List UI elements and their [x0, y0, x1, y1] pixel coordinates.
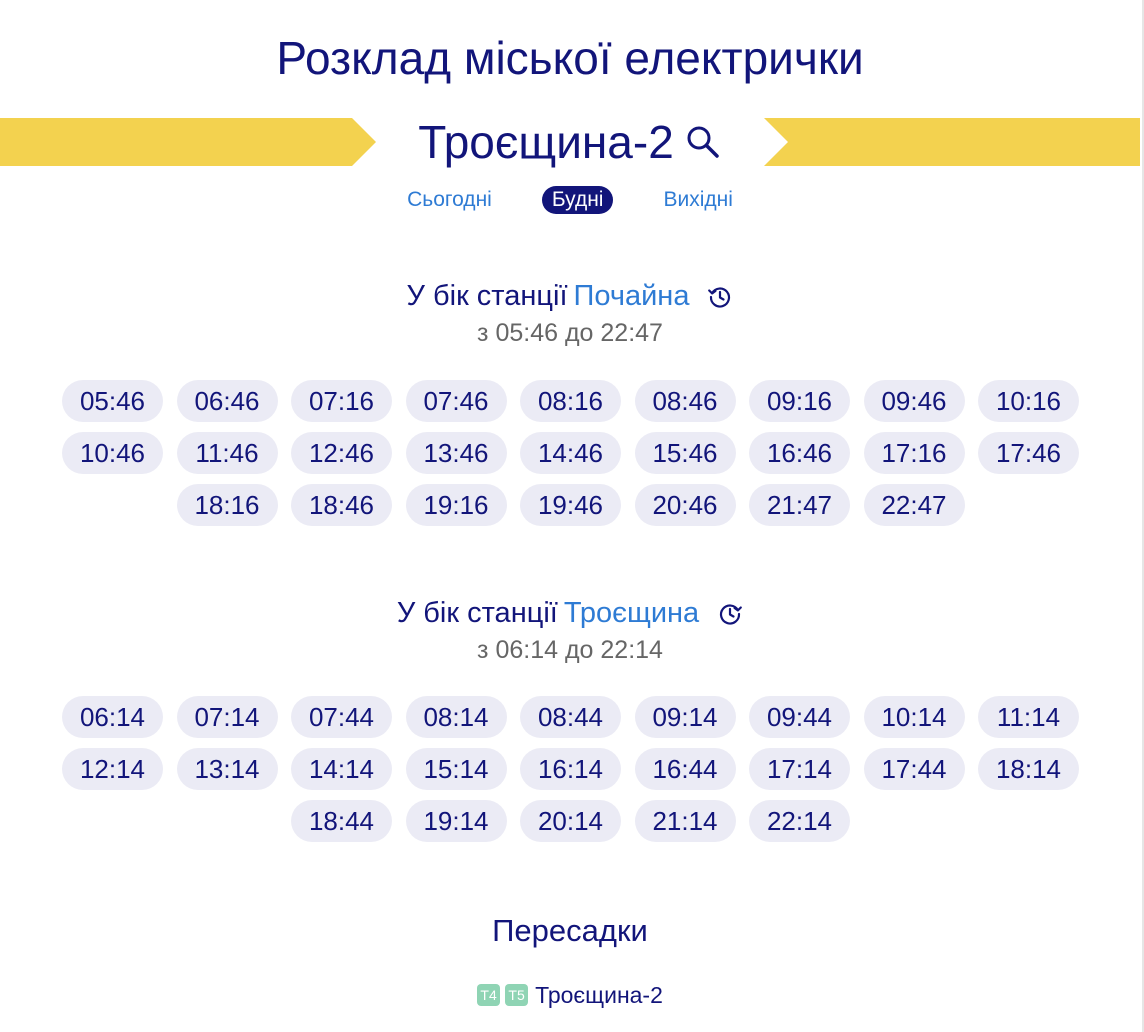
- departure-time-chip[interactable]: 08:14: [405, 696, 507, 738]
- departure-time-chip[interactable]: 19:46: [520, 484, 621, 526]
- direction-heading: У бік станції Почайна: [0, 278, 1140, 314]
- departure-time-chip[interactable]: 09:16: [749, 380, 850, 422]
- departure-time-chip[interactable]: 15:46: [634, 432, 736, 474]
- departure-time-chip[interactable]: 07:16: [291, 380, 392, 422]
- departure-time-chip[interactable]: 13:46: [405, 432, 507, 474]
- history-icon[interactable]: [707, 283, 733, 309]
- station-header: Троєщина-2: [0, 116, 1140, 168]
- departure-time-chip[interactable]: 08:44: [520, 696, 621, 738]
- departure-time-chip[interactable]: 16:46: [749, 432, 850, 474]
- departure-time-chip[interactable]: 06:14: [62, 696, 163, 738]
- tab-today[interactable]: Сьогодні: [407, 186, 492, 214]
- departure-time-chip[interactable]: 11:14: [978, 696, 1079, 738]
- departure-time-chip[interactable]: 21:14: [634, 800, 736, 842]
- direction-time-range: з 06:14 до 22:14: [477, 636, 663, 664]
- direction-time-range: з 05:46 до 22:47: [477, 319, 663, 347]
- departure-time-chip[interactable]: 09:46: [863, 380, 965, 422]
- departure-time-chip[interactable]: 10:16: [978, 380, 1079, 422]
- departure-time-chip[interactable]: 22:14: [749, 800, 850, 842]
- departure-time-chip[interactable]: 05:46: [62, 380, 163, 422]
- tab-weekends[interactable]: Вихідні: [663, 186, 732, 214]
- page-title: Розклад міської електрички: [276, 32, 864, 84]
- departure-time-chip[interactable]: 16:44: [634, 748, 736, 790]
- departure-time-chip[interactable]: 09:14: [634, 696, 736, 738]
- direction-station-link[interactable]: Почайна: [574, 278, 690, 314]
- departure-time-chip[interactable]: 12:14: [62, 748, 163, 790]
- direction-prefix: У бік станції: [396, 597, 558, 629]
- tram-line-badge: T5: [505, 984, 529, 1006]
- departure-time-chip[interactable]: 09:44: [749, 696, 850, 738]
- departure-time-chip[interactable]: 18:46: [291, 484, 392, 526]
- direction-prefix: У бік станції: [406, 280, 568, 312]
- departure-time-chip[interactable]: 19:14: [405, 800, 507, 842]
- direction-pochaina: У бік станції Почайна з 05:46 до 22:47 0…: [0, 278, 1140, 526]
- direction-troieshchyna: У бік станції Троєщина з 06:14 до 22:14 …: [0, 595, 1140, 842]
- departure-times: 06:14 07:14 07:44 08:14 08:44 09:14 09:44 10:14…: [62, 696, 1092, 842]
- transfer-item[interactable]: T4 T5 Троєщина-2: [0, 982, 1140, 1008]
- clock-forward-icon[interactable]: [717, 600, 743, 626]
- departure-time-chip[interactable]: 08:46: [634, 380, 736, 422]
- transfers-title: Пересадки: [492, 913, 648, 948]
- day-tabs: Сьогодні Будні Вихідні: [0, 186, 1140, 214]
- departure-time-chip[interactable]: 19:16: [405, 484, 507, 526]
- departure-time-chip[interactable]: 18:44: [291, 800, 392, 842]
- departure-time-chip[interactable]: 11:46: [176, 432, 278, 474]
- departure-time-chip[interactable]: 07:46: [405, 380, 507, 422]
- tram-line-badge: T4: [477, 984, 501, 1006]
- tab-weekdays[interactable]: Будні: [541, 186, 614, 214]
- departure-time-chip[interactable]: 22:47: [863, 484, 965, 526]
- search-icon[interactable]: [684, 123, 722, 161]
- departure-time-chip[interactable]: 17:46: [978, 432, 1079, 474]
- transfer-station-name: Троєщина-2: [535, 982, 663, 1008]
- departure-time-chip[interactable]: 20:46: [634, 484, 736, 526]
- departure-time-chip[interactable]: 18:14: [978, 748, 1079, 790]
- departure-time-chip[interactable]: 14:46: [520, 432, 621, 474]
- departure-time-chip[interactable]: 16:14: [520, 748, 621, 790]
- departure-time-chip[interactable]: 14:14: [291, 748, 392, 790]
- departure-time-chip[interactable]: 10:46: [62, 432, 163, 474]
- departure-time-chip[interactable]: 12:46: [291, 432, 392, 474]
- departure-time-chip[interactable]: 06:46: [176, 380, 278, 422]
- transfers-section: Пересадки T4 T5 Троєщина-2: [0, 910, 1140, 1008]
- departure-time-chip[interactable]: 15:14: [405, 748, 507, 790]
- direction-heading: У бік станції Троєщина: [0, 595, 1140, 631]
- station-name: Троєщина-2: [418, 116, 674, 168]
- departure-time-chip[interactable]: 13:14: [176, 748, 278, 790]
- departure-time-chip[interactable]: 17:14: [749, 748, 850, 790]
- departure-time-chip[interactable]: 07:14: [176, 696, 278, 738]
- departure-time-chip[interactable]: 17:16: [863, 432, 965, 474]
- departure-time-chip[interactable]: 17:44: [863, 748, 965, 790]
- departure-time-chip[interactable]: 07:44: [291, 696, 392, 738]
- departure-time-chip[interactable]: 08:16: [520, 380, 621, 422]
- departure-time-chip[interactable]: 10:14: [863, 696, 965, 738]
- departure-time-chip[interactable]: 21:47: [749, 484, 850, 526]
- departure-times: 05:46 06:46 07:16 07:46 08:16 08:46 09:16 09:46…: [62, 380, 1092, 526]
- departure-time-chip[interactable]: 18:16: [176, 484, 278, 526]
- station-banner: Троєщина-2: [0, 116, 1140, 168]
- direction-station-link[interactable]: Троєщина: [564, 595, 699, 631]
- departure-time-chip[interactable]: 20:14: [520, 800, 621, 842]
